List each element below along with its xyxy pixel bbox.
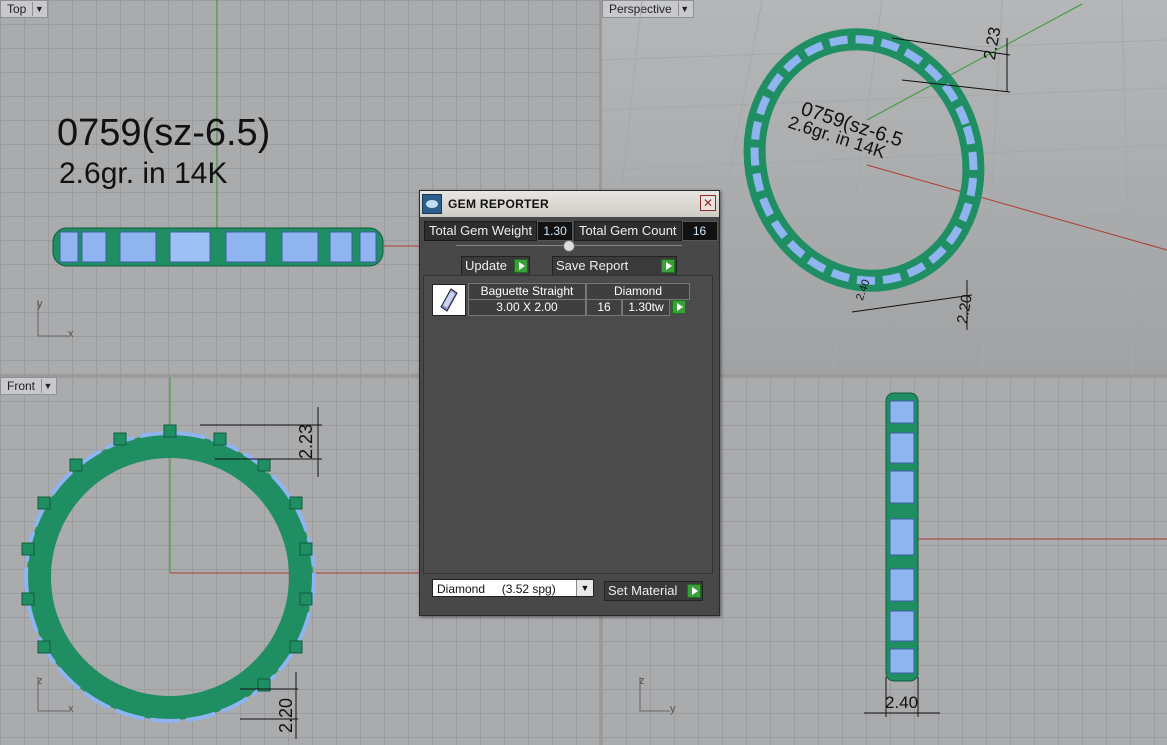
chevron-down-icon[interactable]: ▼ <box>576 580 593 596</box>
total-count-value: 16 <box>681 221 718 241</box>
gem-column-right <box>889 400 915 674</box>
material-select[interactable]: Diamond (3.52 spg) ▼ <box>432 579 594 597</box>
gem-size-cell[interactable]: 3.00 X 2.00 <box>468 299 586 316</box>
gem-count-cell[interactable]: 16 <box>586 299 622 316</box>
model-name-text: 0759(sz-6.5) <box>57 112 271 154</box>
collapse-toggle-icon[interactable] <box>563 240 575 252</box>
dialog-titlebar[interactable]: GEM REPORTER ✕ <box>420 191 719 217</box>
gem-reporter-dialog[interactable]: GEM REPORTER ✕ Total Gem Weight 1.30 Tot… <box>419 190 720 616</box>
axis-label-h: x <box>68 328 74 340</box>
set-material-button[interactable]: Set Material <box>604 581 703 601</box>
total-weight-row: Total Gem Weight 1.30 <box>424 221 574 241</box>
set-material-label: Set Material <box>608 583 678 598</box>
update-label: Update <box>465 258 507 273</box>
baguette-gem-icon[interactable] <box>432 284 466 316</box>
material-select-value: Diamond (3.52 spg) <box>437 582 556 596</box>
total-count-label: Total Gem Count <box>574 221 682 241</box>
gem-material-cell[interactable]: Diamond <box>586 283 690 300</box>
dimension-label: 2.20 <box>276 697 296 733</box>
save-report-button[interactable]: Save Report <box>552 256 677 276</box>
axis-indicator <box>639 677 670 712</box>
ring-perspective <box>743 28 985 292</box>
axis-indicator <box>37 677 68 712</box>
total-weight-label: Total Gem Weight <box>424 221 538 241</box>
axis-label-h: x <box>68 703 74 715</box>
axis-label-v: z <box>639 675 645 687</box>
gem-weight-cell[interactable]: 1.30tw <box>622 299 670 316</box>
update-button[interactable]: Update <box>461 256 530 276</box>
x-axis-line <box>866 164 1167 251</box>
gem-list-panel[interactable]: Baguette Straight Diamond 3.00 X 2.00 16… <box>423 275 713 574</box>
dialog-title: GEM REPORTER <box>448 197 549 211</box>
play-arrow-icon[interactable] <box>687 584 701 598</box>
axis-label-v: y <box>37 298 43 310</box>
play-arrow-icon[interactable] <box>514 259 528 273</box>
y-axis-line <box>866 3 1083 121</box>
axis-label-v: z <box>37 675 43 687</box>
save-report-label: Save Report <box>556 258 629 273</box>
dimension-label: 2.23 <box>296 423 316 459</box>
close-icon[interactable]: ✕ <box>700 195 716 211</box>
total-weight-value: 1.30 <box>537 221 574 241</box>
play-arrow-icon[interactable] <box>661 259 675 273</box>
dimension-label: 2.40 <box>885 693 919 712</box>
total-count-row: Total Gem Count 16 <box>574 221 718 241</box>
gem-app-icon <box>422 194 442 214</box>
gem-shape-cell[interactable]: Baguette Straight <box>468 283 586 300</box>
model-weight-text: 2.6gr. in 14K <box>59 157 228 190</box>
play-arrow-icon[interactable] <box>672 300 686 314</box>
axis-label-h: y <box>670 703 676 715</box>
